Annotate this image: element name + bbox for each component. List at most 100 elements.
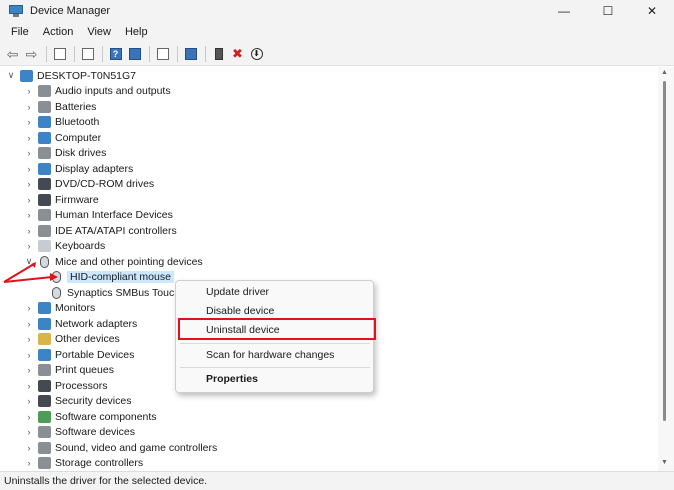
menu-help[interactable]: Help: [118, 26, 155, 38]
monitor-icon[interactable]: [182, 45, 199, 62]
tree-item-label: Security devices: [55, 395, 132, 408]
toolbar-separator: [102, 45, 103, 62]
menu-item-scan-hardware[interactable]: Scan for hardware changes: [206, 349, 334, 361]
chevron-right-icon[interactable]: ›: [24, 148, 34, 158]
scroll-up-icon[interactable]: ▲: [661, 69, 668, 76]
close-button[interactable]: ✕: [630, 0, 674, 22]
speaker-icon: [38, 85, 51, 98]
tree-item-label: Software components: [55, 410, 157, 423]
tree-category-item[interactable]: › Other devices: [24, 332, 120, 348]
tree-item-label: IDE ATA/ATAPI controllers: [55, 224, 177, 237]
tree-category-item[interactable]: › Display adapters: [24, 161, 133, 177]
chevron-right-icon[interactable]: ›: [24, 86, 34, 96]
scan-icon[interactable]: [154, 45, 171, 62]
tree-category-item[interactable]: › Disk drives: [24, 146, 106, 162]
chevron-right-icon[interactable]: ›: [24, 458, 34, 468]
uninstall-highlight-box: [178, 318, 376, 340]
menu-file[interactable]: File: [4, 26, 36, 38]
chevron-right-icon[interactable]: ›: [24, 164, 34, 174]
chevron-right-icon[interactable]: ›: [24, 381, 34, 391]
toolbar-separator: [205, 45, 206, 62]
uninstall-icon[interactable]: ✖: [229, 45, 246, 62]
tree-category-item[interactable]: › Computer: [24, 130, 101, 146]
tree-category-item[interactable]: › Security devices: [24, 394, 131, 410]
tree-category-item[interactable]: › Firmware: [24, 192, 99, 208]
chevron-right-icon[interactable]: ›: [24, 427, 34, 437]
download-icon[interactable]: ⬇: [248, 45, 265, 62]
chevron-right-icon[interactable]: ›: [24, 226, 34, 236]
menu-bar: File Action View Help: [0, 22, 674, 42]
menu-view[interactable]: View: [80, 26, 118, 38]
chevron-right-icon[interactable]: ›: [24, 102, 34, 112]
sound-icon: [38, 441, 51, 454]
chevron-right-icon[interactable]: ›: [24, 303, 34, 313]
tree-item-label: Keyboards: [55, 240, 106, 253]
tree-category-item[interactable]: › IDE ATA/ATAPI controllers: [24, 223, 177, 239]
device-tree: ∨ DESKTOP-T0N51G7 › Audio inputs and outp…: [0, 67, 658, 471]
tree-item-label: Disk drives: [55, 147, 107, 160]
computer-icon: [20, 69, 33, 82]
chevron-right-icon[interactable]: ›: [24, 210, 34, 220]
tree-category-item[interactable]: › Bluetooth: [24, 115, 99, 131]
chevron-right-icon[interactable]: ›: [24, 241, 34, 251]
tree-category-item[interactable]: › Sound, video and game controllers: [24, 440, 217, 456]
back-icon[interactable]: ⇦: [4, 45, 21, 62]
tree-item-label: Firmware: [55, 193, 99, 206]
dvd-icon: [38, 178, 51, 191]
tree-category-item[interactable]: › Software components: [24, 409, 157, 425]
menu-item-update-driver[interactable]: Update driver: [206, 286, 269, 298]
tree-category-item[interactable]: › Audio inputs and outputs: [24, 84, 171, 100]
tree-item-label: Bluetooth: [55, 116, 100, 129]
chevron-down-icon[interactable]: ∨: [6, 70, 16, 81]
add-driver-icon[interactable]: [210, 45, 227, 62]
chevron-right-icon[interactable]: ›: [24, 443, 34, 453]
tree-category-item[interactable]: › Human Interface Devices: [24, 208, 173, 224]
tree-item-label: Synaptics SMBus Touc: [67, 286, 175, 299]
properties-icon[interactable]: [79, 45, 96, 62]
tree-item-label: Audio inputs and outputs: [55, 85, 171, 98]
tree-category-item[interactable]: › Network adapters: [24, 316, 137, 332]
scroll-down-icon[interactable]: ▼: [661, 459, 668, 466]
chevron-right-icon[interactable]: ›: [24, 319, 34, 329]
menu-item-disable-device[interactable]: Disable device: [206, 305, 274, 317]
menu-action[interactable]: Action: [36, 26, 81, 38]
chevron-right-icon[interactable]: ›: [24, 117, 34, 127]
minimize-button[interactable]: —: [542, 0, 586, 22]
tree-root[interactable]: ∨ DESKTOP-T0N51G7: [6, 68, 136, 84]
chevron-right-icon[interactable]: ›: [24, 350, 34, 360]
maximize-button[interactable]: ☐: [586, 0, 630, 22]
tree-category-item[interactable]: › Software devices: [24, 425, 135, 441]
tree-item-label: Sound, video and game controllers: [55, 441, 218, 454]
chevron-right-icon[interactable]: ›: [24, 412, 34, 422]
chevron-right-icon[interactable]: ›: [24, 195, 34, 205]
tree-category-item[interactable]: › Portable Devices: [24, 347, 134, 363]
tree-item-label: Computer: [55, 131, 102, 144]
chevron-right-icon[interactable]: ›: [24, 365, 34, 375]
bluetooth-icon: [38, 116, 51, 129]
tree-category-item[interactable]: › Keyboards: [24, 239, 105, 255]
tree-item-label: Network adapters: [55, 317, 138, 330]
device-manager-icon: [8, 4, 24, 18]
chevron-right-icon[interactable]: ›: [24, 133, 34, 143]
tree-item-label: Software devices: [55, 426, 135, 439]
tree-category-item[interactable]: › DVD/CD-ROM drives: [24, 177, 154, 193]
vertical-scrollbar[interactable]: ▲ ▼: [658, 67, 674, 471]
chevron-right-icon[interactable]: ›: [24, 179, 34, 189]
chevron-right-icon[interactable]: ›: [24, 396, 34, 406]
scrollbar-thumb[interactable]: [663, 81, 666, 421]
monitor-icon: [38, 302, 51, 315]
tree-item-label: Display adapters: [55, 162, 134, 175]
tree-category-item[interactable]: › Batteries: [24, 99, 96, 115]
help-icon[interactable]: ?: [107, 45, 124, 62]
chevron-right-icon[interactable]: ›: [24, 334, 34, 344]
tree-category-item[interactable]: › Storage controllers: [24, 456, 143, 472]
tree-category-item[interactable]: › Processors: [24, 378, 108, 394]
update-driver-icon[interactable]: [126, 45, 143, 62]
forward-icon[interactable]: ⇨: [23, 45, 40, 62]
tree-category-item[interactable]: › Monitors: [24, 301, 95, 317]
tree-category-item[interactable]: › Print queues: [24, 363, 114, 379]
properties-pane-icon[interactable]: [51, 45, 68, 62]
printer-icon: [38, 364, 51, 377]
menu-item-properties[interactable]: Properties: [206, 373, 258, 385]
ide-icon: [38, 224, 51, 237]
